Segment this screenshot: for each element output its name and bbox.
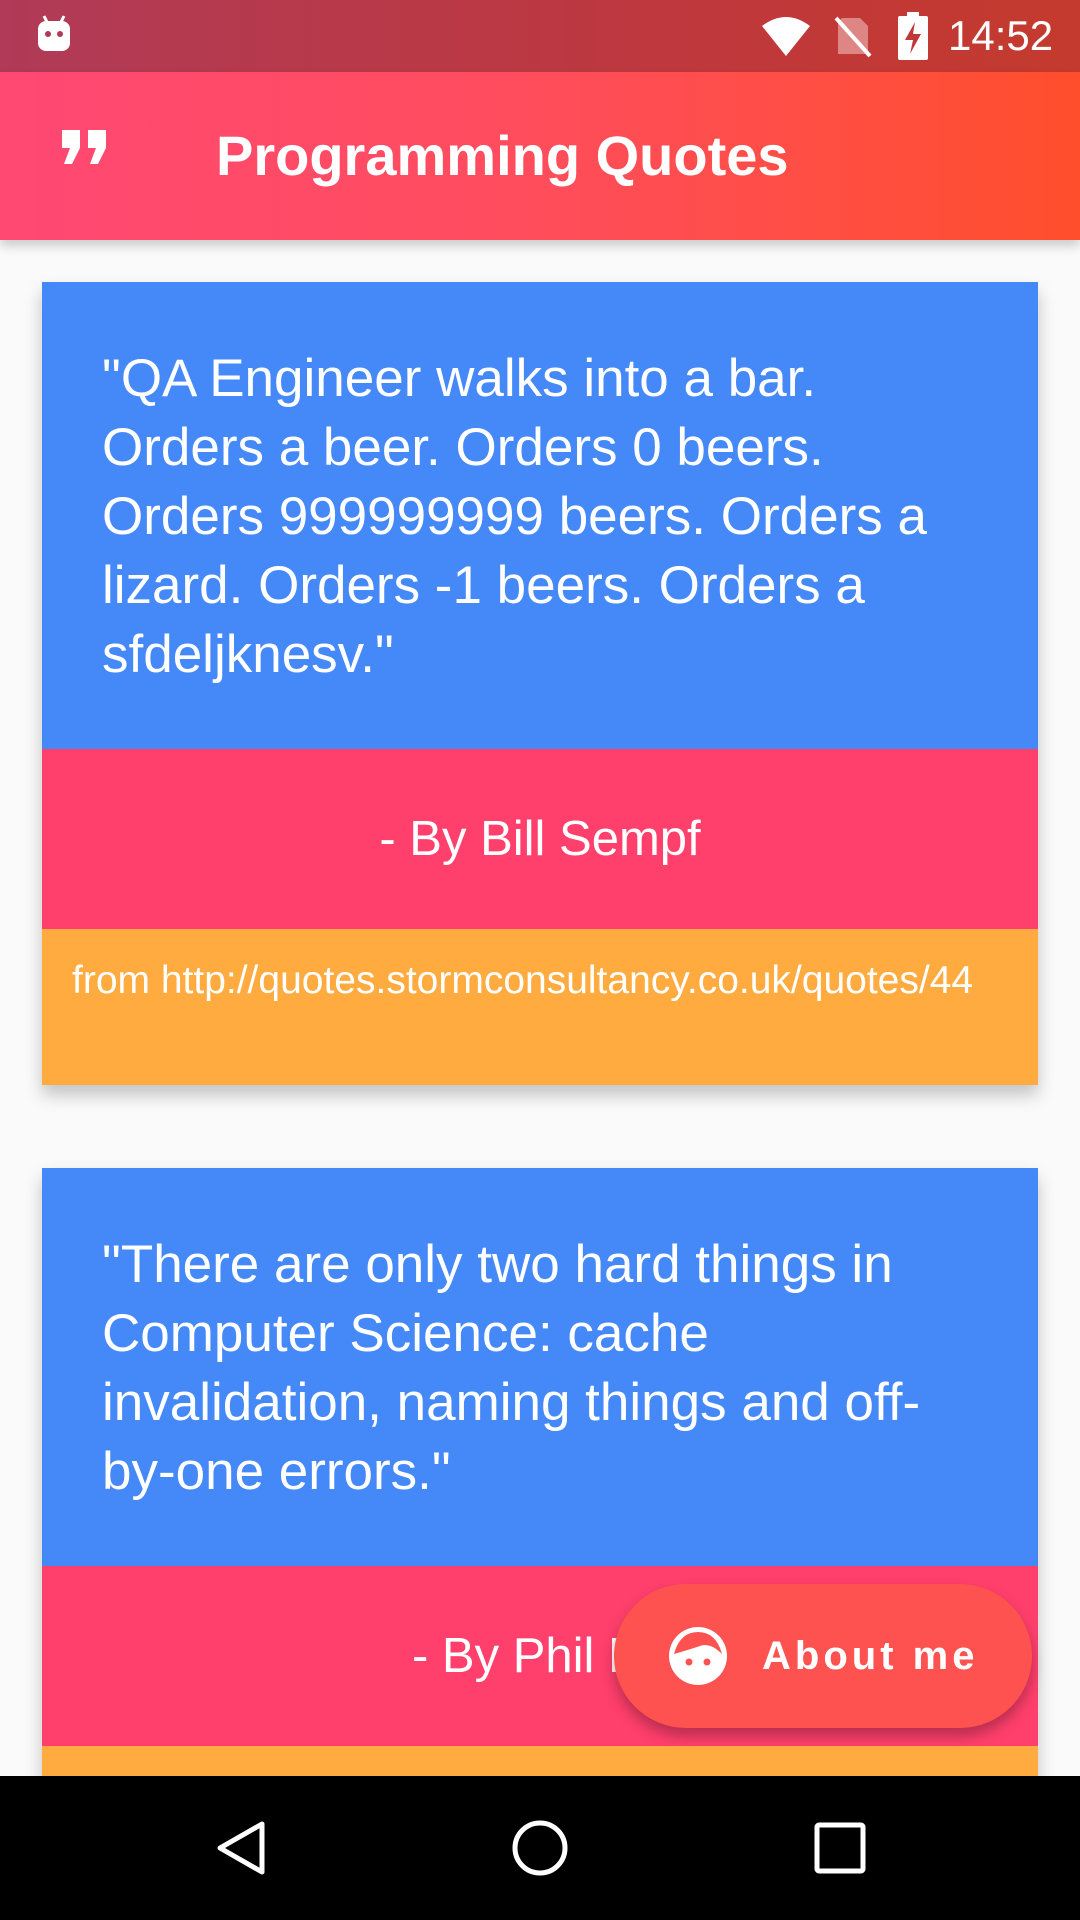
no-sim-icon: [834, 16, 872, 58]
quote-list[interactable]: "QA Engineer walks into a bar. Orders a …: [0, 240, 1080, 1776]
android-robot-icon: [38, 15, 70, 51]
navigation-bar: [0, 1776, 1080, 1920]
status-time: 14:52: [948, 12, 1054, 59]
home-icon[interactable]: [510, 1818, 570, 1878]
quote-author: - By Bill Sempf: [42, 749, 1038, 929]
app-bar: Programming Quotes: [0, 72, 1080, 240]
battery-charging-icon: [898, 12, 928, 60]
quote-card[interactable]: "QA Engineer walks into a bar. Orders a …: [42, 282, 1038, 1085]
face-icon: [669, 1627, 727, 1685]
recents-icon[interactable]: [812, 1820, 868, 1876]
format-quote-icon: [62, 130, 106, 164]
app-title: Programming Quotes: [216, 124, 789, 187]
quote-source: from http://quotes.stormconsultancy.co.u…: [42, 929, 1038, 1085]
back-icon[interactable]: [212, 1818, 272, 1878]
quote-text: "There are only two hard things in Compu…: [42, 1168, 1038, 1566]
about-me-button[interactable]: About me: [614, 1584, 1032, 1728]
status-bar: 14:52: [0, 0, 1080, 72]
wifi-icon: [762, 17, 810, 56]
quote-source: [42, 1746, 1038, 1776]
about-me-label: About me: [762, 1634, 979, 1678]
quote-text: "QA Engineer walks into a bar. Orders a …: [42, 282, 1038, 749]
